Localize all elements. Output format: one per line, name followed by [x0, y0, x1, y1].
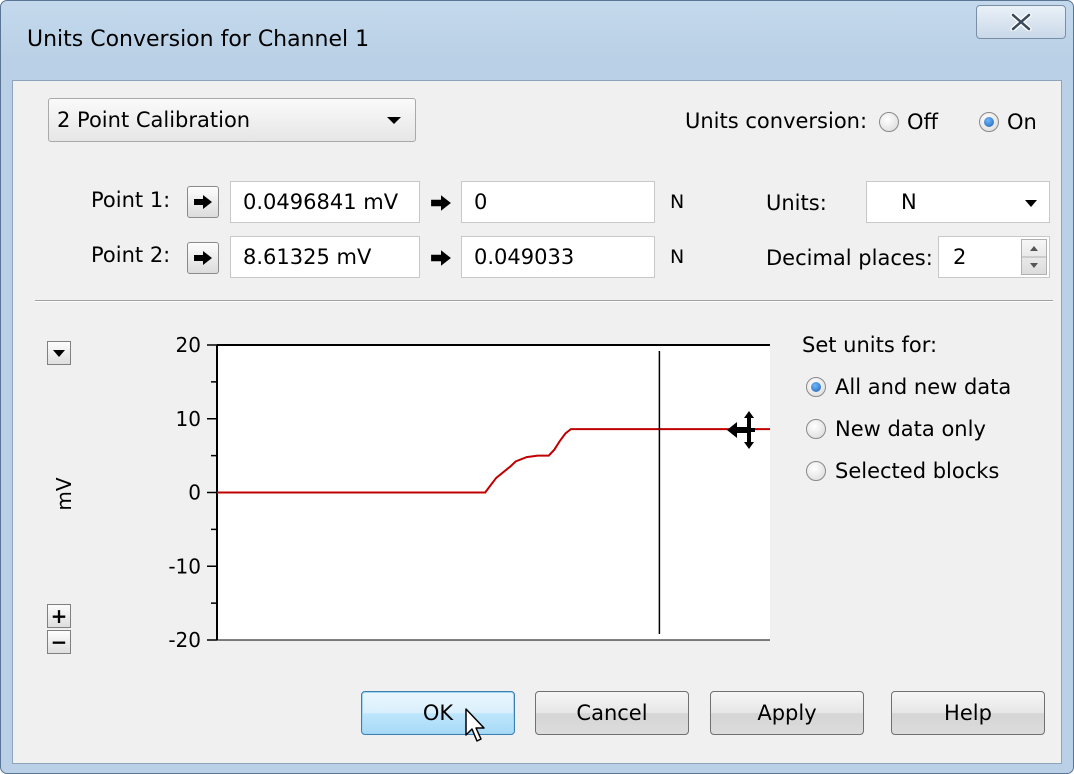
radio-off-icon: [879, 112, 899, 132]
set-units-option-label: Selected blocks: [835, 459, 1000, 483]
radio-unselected-icon: [806, 461, 826, 481]
radio-selected-icon: [979, 112, 999, 132]
apply-button-label: Apply: [757, 701, 817, 725]
y-tick-label: -20: [168, 628, 201, 652]
move-drag-icon[interactable]: [725, 410, 761, 455]
mouse-pointer-icon: [465, 708, 487, 749]
y-tick-label: -10: [168, 554, 201, 578]
apply-button[interactable]: Apply: [710, 691, 864, 735]
window-title: Units Conversion for Channel 1: [27, 27, 370, 52]
y-tick-label: 20: [176, 333, 201, 357]
units-value: N: [901, 190, 917, 214]
help-button[interactable]: Help: [891, 691, 1045, 735]
y-tick-label: 10: [176, 407, 201, 431]
ok-button[interactable]: OK: [361, 691, 515, 735]
units-conversion-on-radio[interactable]: On: [979, 110, 1037, 134]
set-units-option-all[interactable]: All and new data: [806, 375, 1011, 399]
dialog-client-area: 2 Point Calibration Units conversion: Of…: [12, 80, 1062, 764]
decimal-places-stepper[interactable]: 2: [938, 236, 1050, 278]
ok-button-label: OK: [422, 701, 454, 725]
cancel-button[interactable]: Cancel: [535, 691, 689, 735]
radio-unselected-icon: [806, 419, 826, 439]
units-dropdown[interactable]: N: [866, 181, 1050, 223]
units-conversion-off-label: Off: [907, 110, 938, 134]
y-tick-label: 0: [188, 481, 201, 505]
units-conversion-off-radio[interactable]: Off: [879, 110, 938, 134]
help-button-label: Help: [944, 701, 992, 725]
cancel-button-label: Cancel: [576, 701, 648, 725]
set-units-option-selected[interactable]: Selected blocks: [806, 459, 999, 483]
radio-selected-icon: [806, 377, 826, 397]
close-button[interactable]: [976, 5, 1066, 39]
set-units-option-label: All and new data: [835, 375, 1012, 399]
y-axis-label: mV: [52, 477, 76, 510]
set-units-title: Set units for:: [802, 333, 938, 357]
spin-buttons[interactable]: [1021, 239, 1047, 275]
spin-updown-icon: [1022, 246, 1046, 268]
set-units-option-label: New data only: [835, 417, 986, 441]
dialog-window: Units Conversion for Channel 1 2 Point C…: [0, 0, 1074, 774]
set-units-option-new[interactable]: New data only: [806, 417, 986, 441]
close-icon: [1010, 13, 1032, 31]
units-conversion-on-label: On: [1007, 110, 1037, 134]
calibration-chart: mV 20 10 0 -10 -20: [52, 333, 770, 652]
chevron-down-icon: [1025, 200, 1037, 207]
decimal-places-value: 2: [953, 245, 967, 269]
title-bar: Units Conversion for Channel 1: [1, 1, 1073, 79]
